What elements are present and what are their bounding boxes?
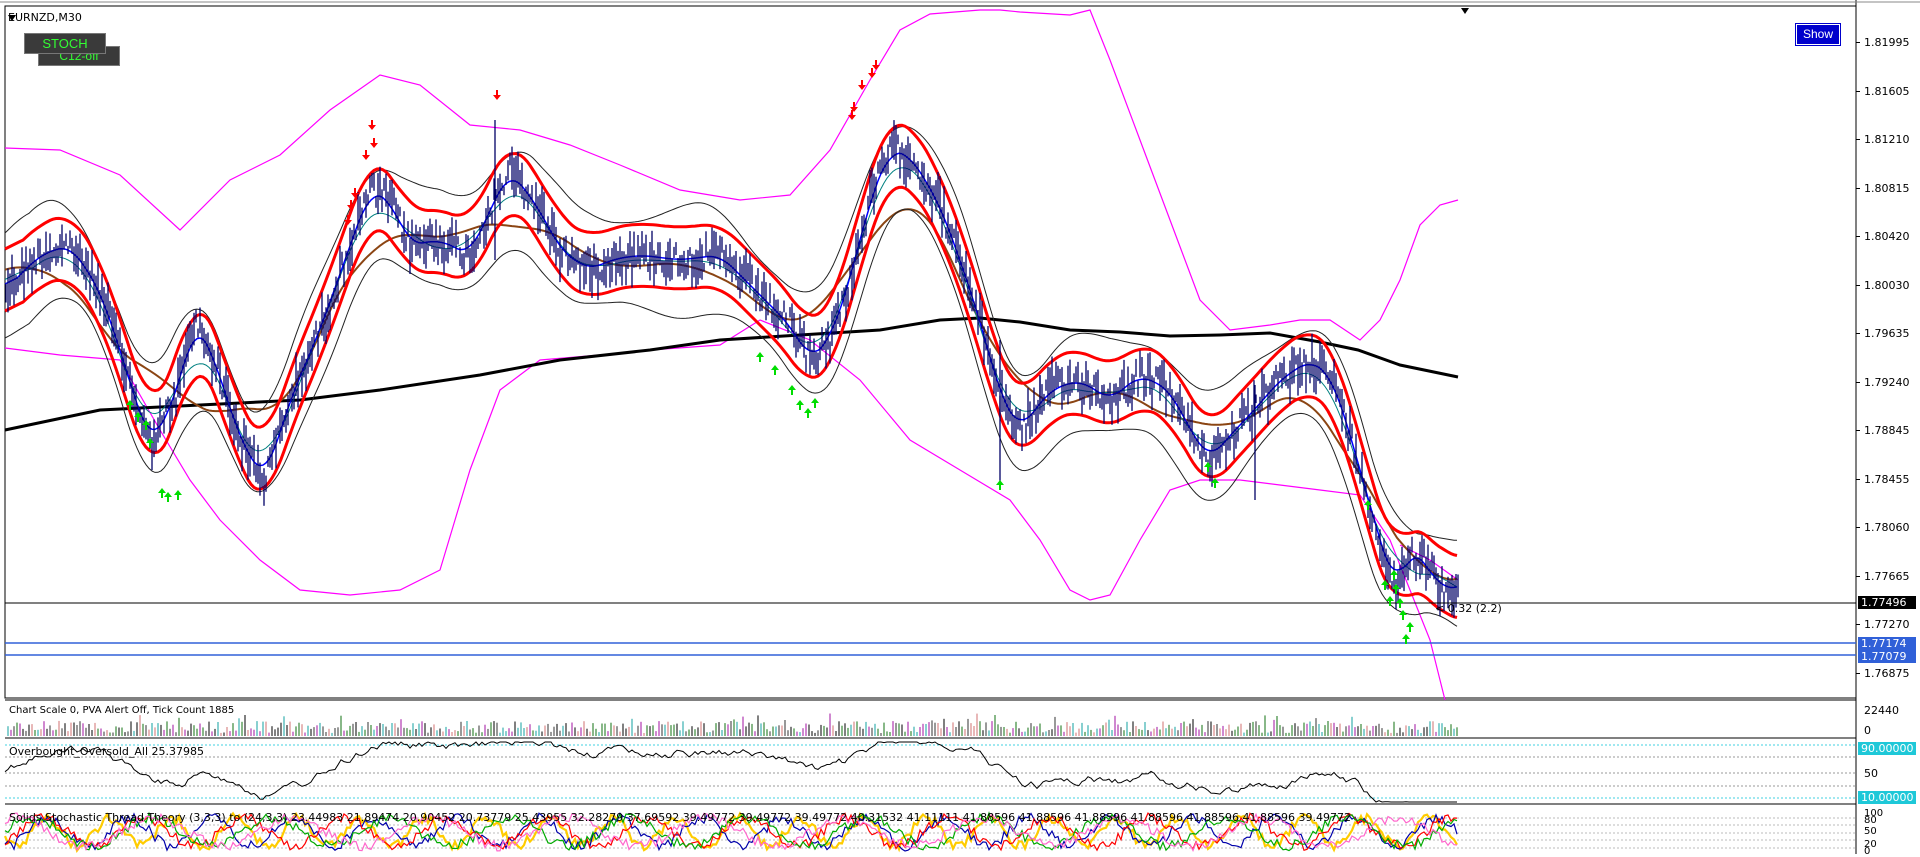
price-distance-annotation: < 0.32 (2.2) xyxy=(1435,602,1502,615)
buy-arrow-icon xyxy=(796,400,804,410)
price-axis-label: 1.78060 xyxy=(1864,521,1910,534)
price-axis-tick xyxy=(1856,672,1860,674)
sell-arrow-icon xyxy=(370,138,378,148)
buy-arrow-icon xyxy=(142,420,150,430)
price-axis-label: 1.78455 xyxy=(1864,472,1910,486)
price-axis-label: 1.81995 xyxy=(1864,36,1910,49)
symbol-timeframe-label: EURNZD,M30 xyxy=(8,11,82,24)
stochastic-axis-label: 0 xyxy=(1864,846,1871,857)
price-axis-tick xyxy=(1856,478,1860,480)
buy-arrow-icon xyxy=(804,408,812,418)
price-axis-label: 1.76875 xyxy=(1864,666,1910,680)
stochastic-axis-label: 80 xyxy=(1864,815,1877,826)
teal-moving-average xyxy=(4,167,1458,588)
price-axis-tick xyxy=(1856,381,1860,383)
price-axis-tick xyxy=(1856,90,1860,92)
current-price-tag: 1.77496 xyxy=(1858,596,1916,609)
buy-arrow-icon xyxy=(788,385,796,395)
oscillator-level-low-tag: 10.00000 xyxy=(1858,791,1916,804)
buy-arrow-icon xyxy=(174,490,182,500)
horizontal-line-price-tag: 1.77174 xyxy=(1858,637,1916,650)
sell-arrow-icon xyxy=(368,120,376,130)
buy-arrow-icon xyxy=(811,398,819,408)
price-axis-label: 1.77665 xyxy=(1864,569,1910,583)
price-axis-label: 1.77270 xyxy=(1864,618,1910,631)
stochastic-axis-label: 50 xyxy=(1864,826,1877,837)
dropdown-triangle-icon[interactable] xyxy=(8,15,16,21)
stoch-toggle-button[interactable]: STOCH xyxy=(24,33,106,54)
sell-arrow-icon xyxy=(493,90,501,100)
price-axis-tick xyxy=(1856,527,1860,528)
price-axis-label: 1.81605 xyxy=(1864,84,1910,98)
horizontal-line-price-tag: 1.77079 xyxy=(1858,650,1916,663)
oscillator-line xyxy=(4,741,1457,803)
volume-axis-max: 22440 xyxy=(1864,704,1899,717)
price-axis-label: 1.79635 xyxy=(1864,327,1910,340)
upper-magenta-band xyxy=(4,9,1459,341)
price-axis-label: 1.81210 xyxy=(1864,133,1910,146)
chart-window[interactable]: EURNZD,M30 C12-off STOCH Show 1.81995 1.8… xyxy=(0,0,1920,857)
price-axis-tick xyxy=(1856,42,1860,43)
oscillator-level-mid: 50 xyxy=(1864,767,1878,780)
buy-arrow-icon xyxy=(1396,598,1404,608)
price-axis-tick xyxy=(1856,575,1860,577)
price-axis-label: 1.80420 xyxy=(1864,230,1910,243)
price-axis-tick xyxy=(1856,624,1860,625)
oscillator-panel-label: Overbought_Oversold_All 25.37985 xyxy=(9,745,204,758)
buy-arrow-icon xyxy=(1390,570,1398,580)
oscillator-level-high-tag: 90.00000 xyxy=(1858,742,1916,755)
buy-arrow-icon xyxy=(771,365,779,375)
price-axis-label: 1.80815 xyxy=(1864,181,1910,195)
buy-arrow-icon xyxy=(1386,596,1394,606)
price-axis-tick xyxy=(1856,187,1860,189)
sell-arrow-icon xyxy=(872,60,880,70)
stochastic-panel-label: Solids Stochastic Thread Theory (3,3,3) … xyxy=(9,811,1351,824)
price-axis-tick xyxy=(1856,430,1860,431)
chart-frame xyxy=(4,5,1857,699)
price-axis-tick xyxy=(1856,333,1860,334)
buy-arrow-icon xyxy=(756,352,764,362)
sell-arrow-icon xyxy=(362,150,370,160)
volume-axis-min: 0 xyxy=(1864,724,1871,737)
price-axis-label: 1.80030 xyxy=(1864,278,1910,292)
price-axis-tick xyxy=(1856,284,1860,286)
chart-shift-marker-icon[interactable] xyxy=(1461,8,1469,14)
chart-canvas[interactable] xyxy=(0,0,1920,854)
buy-arrow-icon xyxy=(1204,462,1212,472)
buy-arrow-icon xyxy=(996,480,1004,490)
price-axis-label: 1.78845 xyxy=(1864,424,1910,437)
buy-arrow-icon xyxy=(1406,622,1414,632)
sell-arrow-icon xyxy=(868,68,876,78)
price-axis-tick xyxy=(1856,139,1860,140)
buy-arrow-icon xyxy=(164,492,172,502)
price-axis-tick xyxy=(1856,236,1860,237)
sell-arrow-icon xyxy=(848,110,856,120)
price-axis-label: 1.79240 xyxy=(1864,375,1910,389)
volume-panel-label: Chart Scale 0, PVA Alert Off, Tick Count… xyxy=(9,705,235,716)
show-button[interactable]: Show xyxy=(1795,23,1841,46)
